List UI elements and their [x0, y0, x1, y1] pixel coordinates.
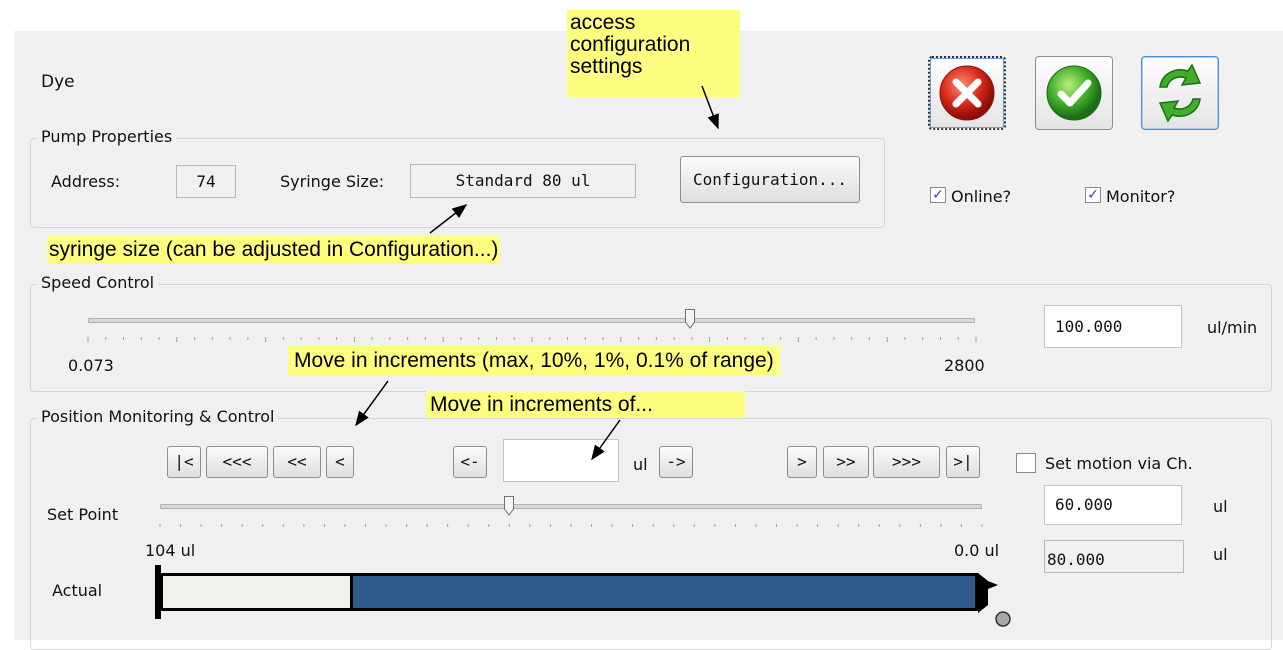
setpoint-slider-track[interactable] [160, 504, 982, 509]
annotation-config: access configuration settings [567, 10, 740, 98]
step-unit: ul [633, 455, 648, 474]
actual-bar-fill [352, 576, 975, 608]
speed-slider-thumb[interactable] [684, 309, 695, 329]
syringe-size-field: Standard 80 ul [410, 164, 636, 198]
actual-value-field: 80.000 [1044, 540, 1184, 573]
nav-first-button[interactable]: |< [167, 446, 201, 478]
cancel-button[interactable] [928, 56, 1006, 130]
nav-back-10-button[interactable]: << [273, 446, 321, 478]
actual-bar-empty [163, 576, 353, 608]
plunger-icon [978, 573, 1011, 627]
actual-bar [160, 573, 978, 611]
nav-last-button[interactable]: >| [946, 446, 980, 478]
nav-forward-max-button[interactable]: >>> [873, 446, 940, 478]
step-increment-input[interactable] [503, 439, 619, 482]
step-forward-button[interactable]: -> [659, 446, 693, 478]
actual-unit: ul [1213, 545, 1228, 564]
refresh-button[interactable] [1141, 56, 1219, 130]
range-right-label: 0.0 ul [954, 541, 1000, 560]
speed-input[interactable]: 100.000 [1044, 305, 1182, 348]
nav-back-max-button[interactable]: <<< [206, 446, 268, 478]
setpoint-unit: ul [1213, 497, 1228, 516]
monitor-label: Monitor? [1106, 187, 1176, 206]
speed-max-label: 2800 [944, 356, 985, 375]
annotation-config-line: access [570, 11, 636, 34]
range-left-label: 104 ul [145, 541, 196, 560]
address-label: Address: [51, 172, 121, 191]
speed-min-label: 0.073 [68, 356, 114, 375]
setpoint-input[interactable]: 60.000 [1044, 485, 1182, 525]
annotation-config-line: configuration [570, 33, 691, 56]
speed-slider-track[interactable] [88, 318, 975, 323]
refresh-icon [1158, 63, 1202, 123]
actual-label: Actual [52, 581, 103, 600]
annotation-increments-of: Move in increments of... [426, 391, 745, 418]
ok-button[interactable] [1035, 56, 1113, 130]
set-motion-label: Set motion via Ch. [1045, 454, 1193, 473]
window-title: Dye [41, 72, 75, 92]
configuration-button[interactable]: Configuration... [680, 156, 860, 203]
address-field: 74 [176, 165, 236, 198]
setpoint-slider-ticks [159, 524, 983, 527]
speed-slider-ticks [87, 337, 977, 342]
set-motion-checkbox[interactable] [1016, 453, 1036, 473]
annotation-syringe: syringe size (can be adjusted in Configu… [47, 236, 501, 263]
step-back-button[interactable]: <- [453, 446, 487, 478]
annotation-config-line: settings [570, 55, 643, 78]
annotation-increments: Move in increments (max, 10%, 1%, 0.1% o… [288, 346, 780, 375]
red-x-icon [939, 65, 995, 121]
green-check-icon [1046, 65, 1102, 121]
nav-forward-1-button[interactable]: > [787, 446, 817, 478]
nav-forward-10-button[interactable]: >> [823, 446, 869, 478]
setpoint-slider-thumb[interactable] [503, 496, 514, 516]
syringe-size-label: Syringe Size: [280, 172, 385, 191]
nav-back-1-button[interactable]: < [326, 446, 354, 478]
pump-properties-legend: Pump Properties [37, 127, 177, 146]
position-legend: Position Monitoring & Control [37, 407, 279, 426]
speed-unit: ul/min [1207, 318, 1258, 337]
speed-control-legend: Speed Control [37, 273, 159, 292]
setpoint-label: Set Point [47, 505, 119, 524]
online-checkbox[interactable]: ✓ [930, 187, 946, 203]
online-label: Online? [951, 187, 1012, 206]
monitor-checkbox[interactable]: ✓ [1085, 187, 1101, 203]
